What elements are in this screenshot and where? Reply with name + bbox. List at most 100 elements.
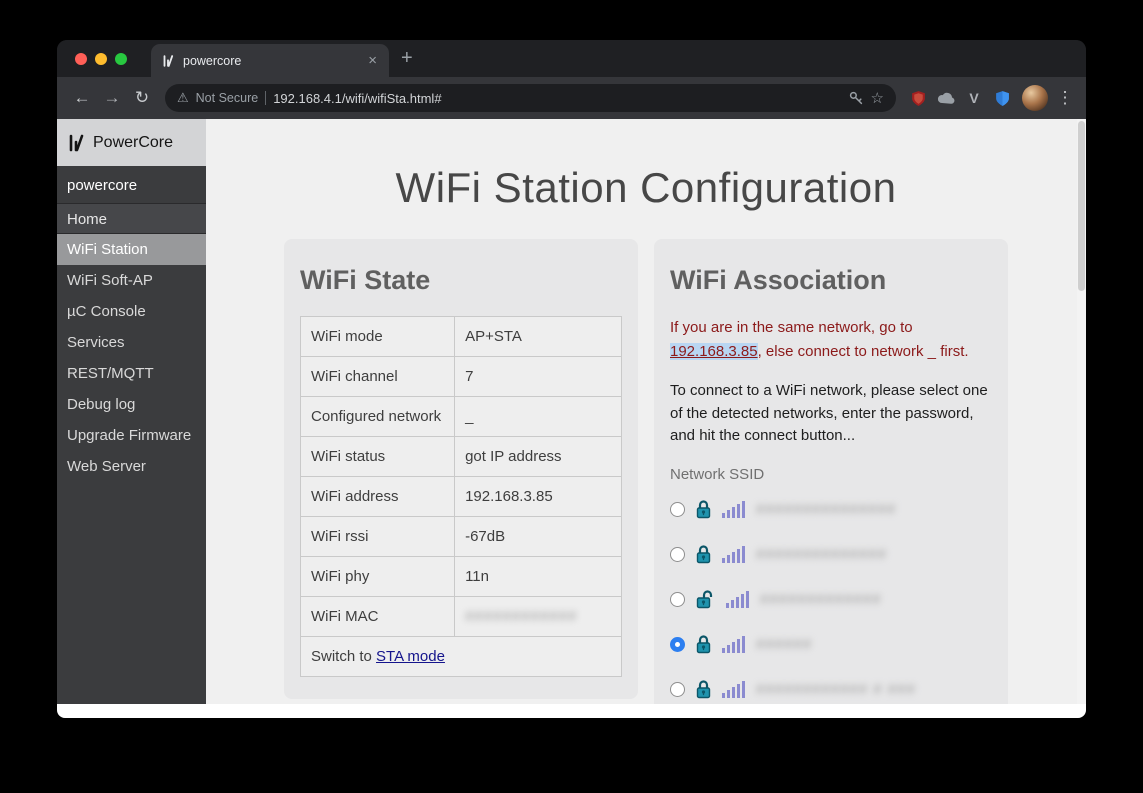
sidebar-item-wifi-soft-ap[interactable]: WiFi Soft-AP (57, 265, 206, 296)
connect-instructions: To connect to a WiFi network, please sel… (670, 382, 988, 444)
back-button[interactable]: ← (67, 88, 97, 108)
table-row: WiFi MAC ############ (299, 596, 622, 637)
lock-icon (696, 634, 711, 654)
table-row: WiFi channel 7 (299, 356, 622, 397)
sidebar-item-debug-log[interactable]: Debug log (57, 389, 206, 420)
row-label: WiFi channel (299, 356, 456, 397)
ublock-extension-icon[interactable] (904, 90, 932, 107)
row-label: WiFi mode (299, 316, 456, 357)
redacted-ssid: ############# (760, 590, 882, 608)
redacted-ssid: ############ # ### (756, 680, 916, 698)
page-scrollbar[interactable] (1077, 119, 1086, 704)
sidebar-item-home[interactable]: Home (57, 203, 206, 234)
row-label: WiFi address (299, 476, 456, 517)
network-ssid-label: Network SSID (670, 465, 765, 483)
table-row: WiFi rssi -67dB (299, 516, 622, 557)
sidebar-item-wifi-station[interactable]: WiFi Station (57, 234, 206, 265)
not-secure-warning-icon: ⚠ (177, 90, 189, 105)
device-hostname: powercore (67, 177, 138, 194)
sidebar-item-services[interactable]: Services (57, 327, 206, 358)
reload-button[interactable]: ↻ (127, 88, 157, 108)
redacted-ssid: ############## (756, 545, 887, 563)
page-title: WiFi Station Configuration (395, 164, 897, 211)
sidebar-item-rest-mqtt[interactable]: REST/MQTT (57, 358, 206, 389)
signal-strength-icon (722, 545, 745, 563)
network-notice: If you are in the same network, go to 19… (670, 316, 992, 364)
security-status-label[interactable]: Not Secure (196, 91, 259, 105)
switch-mode-cell: Switch to STA mode (300, 636, 622, 677)
page-viewport: PowerCore powercore Home WiFi Station Wi… (57, 119, 1086, 704)
brand-name: PowerCore (93, 133, 174, 151)
profile-avatar[interactable] (1022, 85, 1048, 111)
scrollbar-thumb[interactable] (1078, 121, 1085, 291)
tab-favicon-icon (161, 54, 175, 68)
lock-icon (696, 499, 711, 519)
table-row: WiFi phy 11n (299, 556, 622, 597)
sidebar-item-web-server[interactable]: Web Server (57, 451, 206, 482)
wifi-association-panel: WiFi Association If you are in the same … (654, 239, 1008, 704)
row-label: WiFi phy (299, 556, 456, 597)
main-content: WiFi Station Configuration WiFi State Wi… (206, 119, 1086, 704)
cloud-extension-icon[interactable] (932, 91, 960, 105)
close-window-button[interactable] (75, 52, 87, 65)
network-radio-selected[interactable] (670, 636, 685, 652)
network-radio[interactable] (670, 501, 685, 517)
tab-strip: powercore × + (57, 40, 1086, 77)
brand-header: PowerCore (57, 119, 206, 166)
password-key-icon[interactable] (848, 90, 864, 106)
network-list-item[interactable]: ###### (670, 622, 992, 667)
sidebar-item-upgrade-firmware[interactable]: Upgrade Firmware (57, 420, 206, 451)
browser-menu-button[interactable]: ⋮ (1054, 88, 1076, 108)
row-value: 11n (454, 556, 622, 597)
table-row: Switch to STA mode (300, 636, 622, 677)
forward-button[interactable]: → (97, 88, 127, 108)
bookmark-star-icon[interactable]: ☆ (871, 89, 884, 107)
browser-window: powercore × + ← → ↻ ⚠ Not Secure 192.168… (57, 40, 1086, 718)
tab-title: powercore (183, 53, 242, 68)
network-list-item[interactable]: ############# (670, 577, 992, 622)
row-value: got IP address (454, 436, 622, 477)
switch-mode-prefix: Switch to (311, 648, 377, 665)
network-radio[interactable] (670, 681, 685, 697)
signal-strength-icon (722, 635, 745, 653)
table-row: Configured network _ (299, 396, 622, 437)
row-label: Configured network (299, 396, 456, 437)
page-bottom-strip (57, 704, 1086, 718)
url-text[interactable]: 192.168.4.1/wifi/wifiSta.html# (273, 91, 840, 106)
wifi-state-table: WiFi mode AP+STA WiFi channel 7 Configur… (299, 316, 622, 677)
browser-tab[interactable]: powercore × (151, 44, 389, 77)
table-row: WiFi status got IP address (299, 436, 622, 477)
notice-text-pre: If you are in the same network, go to (670, 319, 913, 336)
device-ip-link[interactable]: 192.168.3.85 (670, 343, 758, 360)
row-label: WiFi status (299, 436, 456, 477)
panels-container: WiFi State WiFi mode AP+STA WiFi channel… (206, 239, 1086, 704)
v-extension-icon[interactable]: V (960, 90, 988, 106)
address-bar[interactable]: ⚠ Not Secure 192.168.4.1/wifi/wifiSta.ht… (165, 84, 896, 112)
powercore-logo-icon (66, 133, 86, 153)
network-radio[interactable] (670, 546, 685, 562)
shield-extension-icon[interactable] (988, 90, 1016, 107)
new-tab-button[interactable]: + (401, 47, 413, 70)
row-value: -67dB (454, 516, 622, 557)
redacted-ssid: ###### (756, 635, 813, 653)
row-value: AP+STA (454, 316, 622, 357)
zoom-window-button[interactable] (115, 52, 127, 65)
network-list-item[interactable]: ############## (670, 532, 992, 577)
signal-strength-icon (726, 590, 749, 608)
sidebar-item-uc-console[interactable]: µC Console (57, 296, 206, 327)
notice-text-post: , else connect to network _ first. (757, 343, 969, 360)
network-radio[interactable] (670, 591, 685, 607)
signal-strength-icon (722, 680, 745, 698)
table-row: WiFi address 192.168.3.85 (299, 476, 622, 517)
signal-strength-icon (722, 500, 745, 518)
row-value: 7 (454, 356, 622, 397)
network-list-item[interactable]: ############ # ### (670, 667, 992, 705)
minimize-window-button[interactable] (95, 52, 107, 65)
browser-toolbar: ← → ↻ ⚠ Not Secure 192.168.4.1/wifi/wifi… (57, 77, 1086, 119)
tab-close-icon[interactable]: × (366, 53, 379, 68)
redacted-mac-value: ############ (465, 608, 578, 625)
sta-mode-link[interactable]: STA mode (376, 648, 445, 665)
network-list-item[interactable]: ############### (670, 487, 992, 532)
window-controls (57, 52, 137, 65)
table-row: WiFi mode AP+STA (299, 316, 622, 357)
